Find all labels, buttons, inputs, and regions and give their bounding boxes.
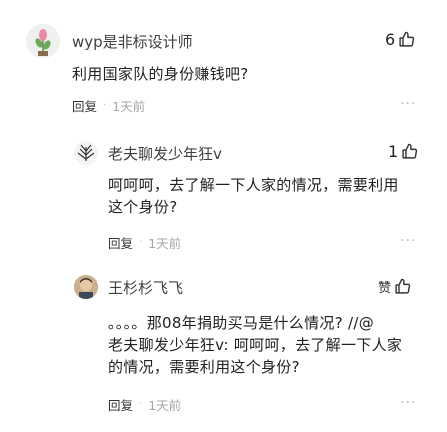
like-button[interactable]: 赞 [378, 277, 411, 296]
avatar[interactable] [26, 24, 60, 58]
separator-dot: · [103, 100, 107, 111]
comment-text: 。。。。那08年捐助买马是什么情况? //@ 老夫聊发少年狂v: 呵呵呵，去了解… [108, 312, 402, 378]
avatar[interactable] [74, 141, 98, 165]
thumbs-up-icon [395, 278, 411, 294]
like-label: 赞 [378, 281, 392, 296]
thumbs-up-icon [402, 143, 418, 159]
ellipsis-icon: ··· [400, 233, 417, 249]
comment-text-line: 老夫聊发少年狂v: 呵呵呵，去了解一下人家 [108, 336, 403, 354]
like-button[interactable]: 6 [385, 30, 415, 49]
separator-dot: · [139, 237, 143, 248]
thumbs-up-icon [399, 31, 415, 47]
more-button[interactable]: ··· [400, 233, 416, 249]
ellipsis-icon: ··· [400, 96, 417, 112]
comment-meta: 回复 · 1天前 [72, 96, 145, 115]
like-count: 6 [385, 30, 396, 49]
reply-button[interactable]: 回复 [108, 395, 133, 414]
separator-dot: · [139, 399, 143, 410]
more-button[interactable]: ··· [400, 395, 416, 411]
like-count: 1 [388, 142, 399, 161]
comment-text-line: 。。。。那08年捐助买马是什么情况? //@ [108, 314, 375, 332]
avatar-image [26, 24, 60, 58]
username[interactable]: 王杉杉飞飞 [108, 277, 183, 298]
like-button[interactable]: 1 [388, 142, 418, 161]
avatar-image [74, 275, 98, 299]
username[interactable]: wyp是非标设计师 [72, 31, 193, 52]
comment-meta: 回复 · 1天前 [108, 395, 181, 414]
comment-text-line: 的情况，需要利用这个身份? [108, 358, 300, 376]
comment-text: 利用国家队的身份赚钱吧? [72, 65, 249, 83]
comment-text-line: 这个身份? [108, 198, 178, 216]
reply-button[interactable]: 回复 [72, 96, 97, 115]
timestamp: 1天前 [112, 99, 146, 114]
comment-text-line: 呵呵呵，去了解一下人家的情况，需要利用 [108, 176, 399, 194]
avatar[interactable] [74, 275, 98, 299]
timestamp: 1天前 [148, 398, 182, 413]
comment-meta: 回复 · 1天前 [108, 233, 181, 252]
comment-text: 呵呵呵，去了解一下人家的情况，需要利用 这个身份? [108, 174, 399, 218]
timestamp: 1天前 [148, 236, 182, 251]
reply-button[interactable]: 回复 [108, 233, 133, 252]
avatar-image [74, 141, 98, 165]
more-button[interactable]: ··· [400, 96, 416, 112]
username[interactable]: 老夫聊发少年狂v [108, 143, 222, 164]
ellipsis-icon: ··· [400, 395, 417, 411]
